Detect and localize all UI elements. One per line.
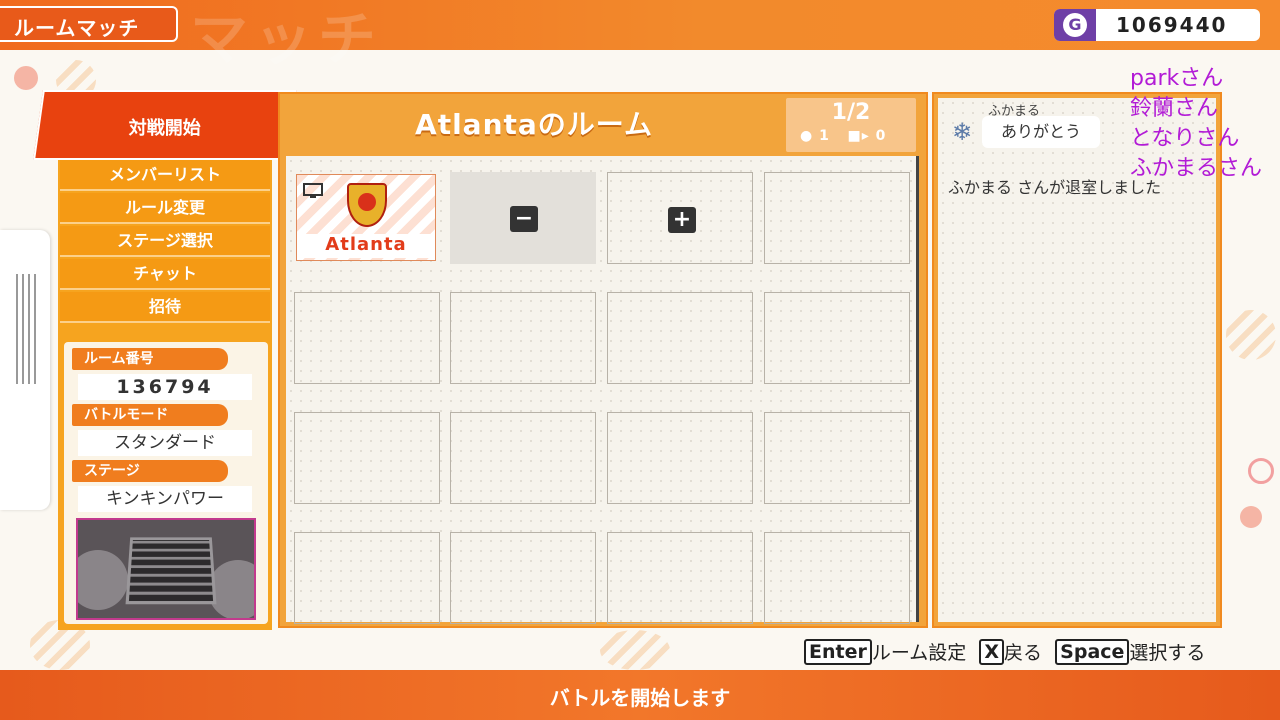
menu-item-member-list[interactable]: メンバーリスト xyxy=(60,160,270,191)
stage-deco xyxy=(78,550,128,610)
battle-mode-label: バトルモード xyxy=(72,404,228,426)
deco-circle xyxy=(14,66,38,90)
deco-circle xyxy=(1240,506,1262,528)
slot-empty xyxy=(450,412,596,504)
overlay-name: ふかまるさん xyxy=(1130,156,1263,181)
slot-empty xyxy=(294,532,440,624)
overlay-name: 鈴蘭さん xyxy=(1130,96,1219,121)
slot-empty xyxy=(764,412,910,504)
key-hints: Enter ルーム設定 X 戻る Space 選択する xyxy=(804,638,1213,666)
coin-icon: G xyxy=(1063,13,1087,37)
player-name: Atlanta xyxy=(297,234,435,258)
header-bar: マッチ ルームマッチ G 1069440 xyxy=(0,0,1280,73)
slot-empty xyxy=(294,412,440,504)
plus-icon: + xyxy=(668,207,696,233)
menu-item-chat[interactable]: チャット xyxy=(60,259,270,290)
player-sub-count: 1 xyxy=(819,128,830,144)
space-hint: 選択する xyxy=(1129,642,1206,664)
room-info-panel: ルーム番号 136794 バトルモード スタンダード ステージ キンキンパワー xyxy=(64,342,268,624)
overlay-name: となりさん xyxy=(1130,126,1240,151)
slot-grid-scrollbar[interactable] xyxy=(916,156,919,622)
coin-icon-wrap: G xyxy=(1054,9,1096,41)
page-title: ルームマッチ xyxy=(14,16,140,40)
slot-remove[interactable]: − xyxy=(450,172,596,264)
overlay-name: parkさん xyxy=(1130,66,1224,91)
overlay-name-list: parkさん 鈴蘭さん となりさん ふかまるさん xyxy=(1130,64,1262,184)
slot-empty xyxy=(764,532,910,624)
slot-empty xyxy=(294,292,440,384)
deco-stripes xyxy=(1226,310,1276,360)
spectator-sub-count: 0 xyxy=(875,128,887,144)
enter-key[interactable]: Enter xyxy=(804,638,872,665)
deco-stripes xyxy=(600,630,670,670)
slot-empty xyxy=(450,532,596,624)
camera-icon: ■▸ xyxy=(847,128,870,144)
stage-thumbnail xyxy=(76,518,256,620)
slot-empty xyxy=(607,412,753,504)
stage-label: ステージ xyxy=(72,460,228,482)
footer-message: バトルを開始します xyxy=(549,686,731,710)
player-count-detail: ● 1 ■▸ 0 xyxy=(800,128,886,144)
snowflake-icon: ❄ xyxy=(951,118,973,146)
slot-empty xyxy=(450,292,596,384)
x-hint: 戻る xyxy=(1004,642,1043,664)
boxing-glove-icon xyxy=(358,193,376,211)
battle-mode-value: スタンダード xyxy=(78,430,252,456)
slot-add[interactable]: + xyxy=(607,172,753,264)
stage-grid-image xyxy=(125,537,217,605)
coin-display: G 1069440 xyxy=(1054,9,1260,41)
menu-item-stage-select[interactable]: ステージ選択 xyxy=(60,226,270,257)
person-icon: ● xyxy=(800,128,814,144)
grip-lines-icon xyxy=(16,274,36,384)
deco-circle xyxy=(1248,458,1274,484)
room-number-label: ルーム番号 xyxy=(72,348,228,370)
chat-message: ありがとう xyxy=(982,116,1100,148)
room-title: Atlantaのルーム xyxy=(415,108,653,141)
coin-value: 1069440 xyxy=(1116,13,1228,37)
player-slot-occupied[interactable]: Atlanta xyxy=(296,174,436,261)
stage-value: キンキンパワー xyxy=(78,486,252,512)
slot-empty xyxy=(764,172,910,264)
computer-icon xyxy=(303,183,323,198)
player-count-box: 1/2 ● 1 ■▸ 0 xyxy=(786,98,916,152)
menu-item-invite[interactable]: 招待 xyxy=(60,292,270,323)
space-key[interactable]: Space xyxy=(1055,638,1130,665)
minus-icon: − xyxy=(510,206,538,232)
header-bg-text: マッチ xyxy=(190,5,383,73)
page-title-box: ルームマッチ xyxy=(0,6,178,42)
slot-empty xyxy=(607,292,753,384)
x-key[interactable]: X xyxy=(979,638,1005,665)
slot-empty xyxy=(764,292,910,384)
slot-empty xyxy=(607,532,753,624)
enter-hint: ルーム設定 xyxy=(871,642,967,664)
room-number-value: 136794 xyxy=(78,374,252,400)
side-drawer-handle[interactable] xyxy=(0,230,50,510)
menu-item-rule-change[interactable]: ルール変更 xyxy=(60,193,270,224)
start-battle-button[interactable]: 対戦開始 xyxy=(33,90,297,160)
start-battle-label: 対戦開始 xyxy=(128,118,201,139)
player-emblem-icon xyxy=(347,183,387,227)
player-count: 1/2 xyxy=(831,100,871,125)
footer-bar: バトルを開始します xyxy=(0,670,1280,720)
